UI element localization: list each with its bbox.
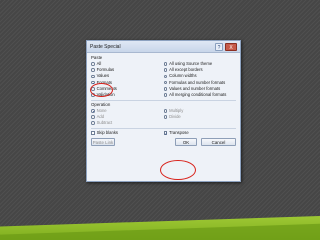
operation-option-subtract[interactable]: Subtract — [91, 120, 164, 126]
skip-blanks-checkbox[interactable]: Skip blanks — [91, 130, 164, 136]
checkbox-label: Skip blanks — [96, 129, 119, 135]
ok-button[interactable]: OK — [175, 137, 197, 146]
dialog-buttons: Paste Link OK Cancel — [91, 137, 236, 148]
option-label: Values and number formats — [169, 85, 221, 91]
radio-button[interactable] — [91, 68, 95, 73]
paste-special-dialog: Paste Special ? X Paste All Formulas Val… — [86, 40, 241, 182]
option-label: All merging conditional formats — [169, 92, 227, 98]
option-label: Column widths — [169, 73, 197, 79]
checkbox[interactable] — [91, 130, 95, 135]
option-label: Formulas — [96, 67, 115, 73]
option-label: None — [96, 107, 107, 113]
highlight-circle-ok — [160, 160, 196, 180]
radio-button[interactable] — [91, 62, 95, 66]
paste-options-right: All using Source theme All except border… — [163, 61, 237, 98]
radio-button[interactable] — [163, 74, 168, 79]
option-label: All except borders — [169, 67, 203, 73]
paste-option-all-merging-conditional[interactable]: All merging conditional formats — [163, 92, 237, 98]
radio-button[interactable] — [91, 74, 95, 79]
dialog-title: Paste Special — [90, 44, 121, 50]
option-label: Subtract — [96, 120, 113, 126]
dialog-body: Paste All Formulas Values Formats Commen… — [87, 53, 240, 150]
operation-options: None Add Subtract Multiply Divide — [91, 108, 236, 127]
radio-button[interactable] — [91, 121, 95, 125]
checkbox-checked[interactable] — [163, 131, 167, 136]
operation-option-divide[interactable]: Divide — [163, 113, 237, 120]
checkbox-row: Skip blanks Transpose — [91, 130, 236, 136]
option-label: Multiply — [169, 107, 184, 113]
cancel-button[interactable]: Cancel — [201, 137, 236, 146]
slide-background: { "dialog": { "title": "Paste Special", … — [0, 0, 320, 240]
option-label: Values — [96, 73, 110, 79]
radio-button[interactable] — [91, 115, 95, 119]
checkbox-col-left: Skip blanks — [91, 130, 164, 136]
radio-button[interactable] — [163, 93, 168, 97]
radio-button[interactable] — [163, 62, 168, 66]
radio-button[interactable] — [163, 108, 168, 113]
transpose-checkbox[interactable]: Transpose — [163, 129, 237, 136]
paste-option-formulas-number-formats[interactable]: Formulas and number formats — [163, 79, 237, 86]
radio-button[interactable] — [163, 115, 168, 119]
close-icon[interactable]: X — [225, 43, 237, 51]
option-label: Add — [96, 113, 105, 119]
divider — [91, 127, 236, 129]
help-icon[interactable]: ? — [215, 43, 223, 51]
option-label: Formulas and number formats — [169, 79, 226, 85]
checkbox-label: Transpose — [169, 129, 189, 135]
radio-button[interactable] — [163, 68, 168, 73]
paste-options: All Formulas Values Formats Comments Val… — [91, 61, 236, 98]
radio-button[interactable] — [163, 80, 168, 85]
operation-options-right: Multiply Divide — [163, 107, 237, 127]
divider — [91, 99, 236, 101]
radio-button[interactable] — [163, 87, 168, 91]
radio-button-selected[interactable] — [91, 108, 95, 113]
option-label: All — [96, 61, 102, 67]
highlight-circle-formats — [90, 83, 113, 97]
checkbox-col-right: Transpose — [163, 129, 237, 136]
option-label: All using Source theme — [169, 61, 213, 67]
paste-link-button[interactable]: Paste Link — [91, 137, 115, 146]
option-label: Divide — [169, 113, 181, 119]
dialog-titlebar: Paste Special ? X — [87, 41, 240, 53]
operation-options-left: None Add Subtract — [91, 108, 164, 127]
